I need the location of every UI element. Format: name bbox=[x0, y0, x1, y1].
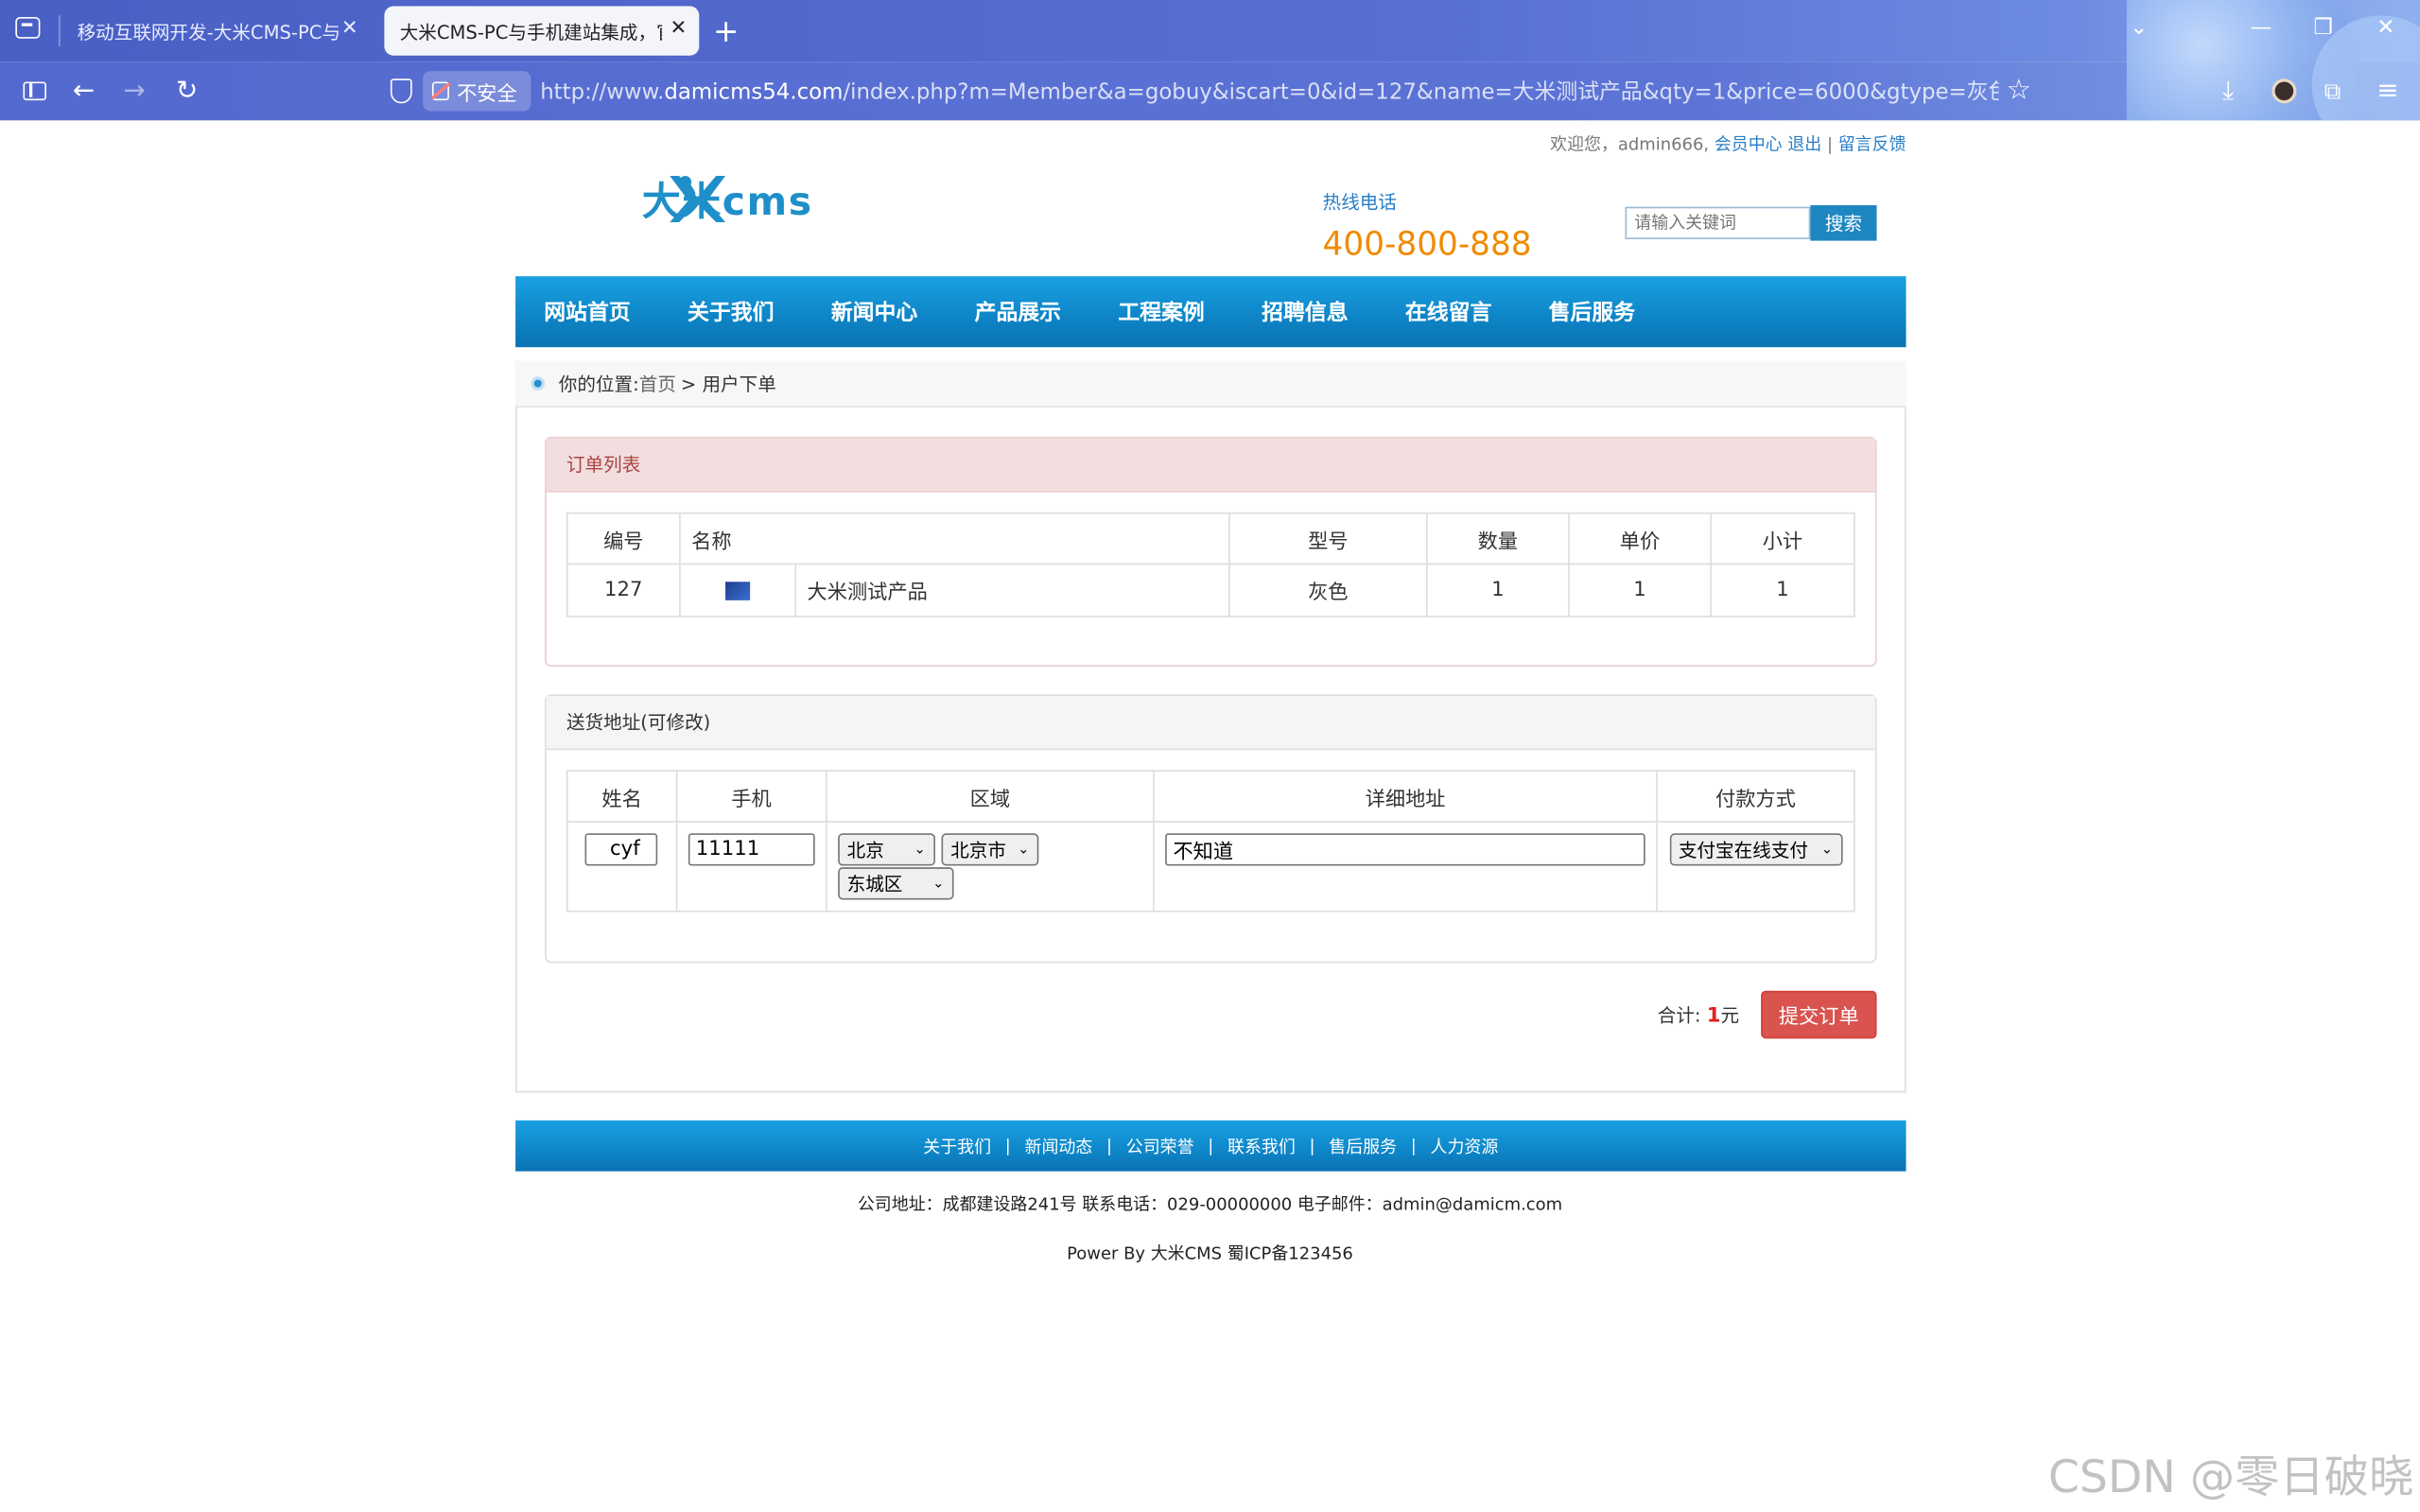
feedback-link[interactable]: 留言反馈 bbox=[1838, 134, 1906, 154]
chevron-down-icon: ⌄ bbox=[1018, 842, 1030, 858]
nav-service[interactable]: 售后服务 bbox=[1521, 276, 1664, 347]
nav-cases[interactable]: 工程案例 bbox=[1089, 276, 1233, 347]
tab-damicms-active[interactable]: 大米CMS-PC与手机建站集成，官网 ✕ bbox=[384, 6, 700, 56]
logout-link[interactable]: 退出 bbox=[1787, 134, 1821, 154]
nav-message[interactable]: 在线留言 bbox=[1377, 276, 1521, 347]
close-icon[interactable]: ✕ bbox=[341, 17, 358, 40]
order-list-title: 订单列表 bbox=[546, 438, 1875, 493]
footer-link-honor[interactable]: 公司荣誉 bbox=[1126, 1134, 1194, 1158]
nav-about[interactable]: 关于我们 bbox=[659, 276, 803, 347]
member-center-link[interactable]: 会员中心 bbox=[1715, 134, 1783, 154]
tab-title: 移动互联网开发-大米CMS-PC与手机 bbox=[77, 21, 340, 43]
insecure-lock-icon bbox=[431, 81, 449, 101]
footer-link-news[interactable]: 新闻动态 bbox=[1025, 1134, 1093, 1158]
shield-icon[interactable] bbox=[390, 78, 412, 104]
restore-icon[interactable]: ❐ bbox=[2313, 15, 2333, 40]
province-select[interactable]: 北京 ⌄ bbox=[837, 833, 935, 866]
search-button[interactable]: 搜索 bbox=[1810, 205, 1877, 241]
tab-list-icon[interactable] bbox=[15, 16, 41, 39]
close-icon[interactable]: ✕ bbox=[670, 17, 687, 40]
location-icon bbox=[531, 376, 546, 391]
shipping-title: 送货地址(可修改) bbox=[546, 696, 1875, 751]
footer-links: 关于我们 | 新闻动态 | 公司荣誉 | 联系我们 | 售后服务 | 人力资源 bbox=[515, 1120, 1906, 1172]
footer-link-hr[interactable]: 人力资源 bbox=[1431, 1134, 1499, 1158]
nav-home[interactable]: 网站首页 bbox=[515, 276, 659, 347]
address-field[interactable] bbox=[1165, 833, 1645, 866]
chevron-down-icon: ⌄ bbox=[1820, 842, 1834, 858]
footer-link-contact[interactable]: 联系我们 bbox=[1227, 1134, 1296, 1158]
nav-news[interactable]: 新闻中心 bbox=[803, 276, 947, 347]
watermark: CSDN @零日破晓 bbox=[2047, 1451, 2414, 1503]
search-input[interactable] bbox=[1625, 206, 1811, 239]
shipping-table: 姓名 手机 区域 详细地址 付款方式 北京⌄ 北京市⌄ 东城区⌄ 支付宝在线支付… bbox=[566, 770, 1855, 912]
security-indicator[interactable]: 不安全 bbox=[423, 71, 531, 112]
reload-icon[interactable]: ↻ bbox=[176, 78, 198, 105]
address-bar[interactable]: http://www.damicms54.com/index.php?m=Mem… bbox=[540, 76, 1998, 107]
tab-search-chevron-icon[interactable]: ⌄ bbox=[2130, 15, 2148, 40]
bookmark-star-icon[interactable]: ☆ bbox=[2007, 74, 2031, 106]
window-close-icon[interactable]: ✕ bbox=[2376, 15, 2394, 40]
nav-jobs[interactable]: 招聘信息 bbox=[1233, 276, 1377, 347]
tab-title: 大米CMS-PC与手机建站集成，官网 bbox=[399, 21, 662, 43]
tab-mobile-internet[interactable]: 移动互联网开发-大米CMS-PC与手机 ✕ bbox=[61, 7, 370, 56]
extensions-icon[interactable]: ⧉ bbox=[2324, 78, 2341, 105]
name-field[interactable] bbox=[585, 833, 658, 866]
table-row: 127 大米测试产品 灰色 1 1 1 bbox=[566, 563, 1855, 617]
minimize-icon[interactable]: — bbox=[2250, 15, 2272, 40]
main-nav: 网站首页 关于我们 新闻中心 产品展示 工程案例 招聘信息 在线留言 售后服务 bbox=[515, 276, 1906, 348]
order-table: 编号 名称 型号 数量 单价 小计 127 大米测试产品 灰色 1 1 1 bbox=[566, 512, 1855, 617]
forward-icon[interactable]: → bbox=[124, 78, 146, 105]
chevron-down-icon: ⌄ bbox=[932, 876, 945, 892]
footer-link-about[interactable]: 关于我们 bbox=[923, 1134, 991, 1158]
payment-select[interactable]: 支付宝在线支付 ⌄ bbox=[1669, 833, 1842, 866]
footer-address: 公司地址：成都建设路241号 联系电话：029-00000000 电子邮件：ad… bbox=[857, 1194, 1563, 1215]
chevron-down-icon: ⌄ bbox=[914, 842, 926, 858]
new-tab-button[interactable]: + bbox=[713, 12, 739, 49]
logo-text[interactable]: 大米cms bbox=[642, 171, 813, 227]
footer-link-service[interactable]: 售后服务 bbox=[1329, 1134, 1397, 1158]
hotline-label: 热线电话 bbox=[1322, 191, 1397, 214]
district-select[interactable]: 东城区 ⌄ bbox=[837, 867, 954, 900]
nav-products[interactable]: 产品展示 bbox=[946, 276, 1089, 347]
back-icon[interactable]: ← bbox=[73, 78, 95, 105]
footer-power: Power By 大米CMS 蜀ICP备123456 bbox=[1067, 1243, 1353, 1264]
breadcrumb: 你的位置: 首页 > 用户下单 bbox=[515, 360, 1906, 408]
menu-icon[interactable]: ≡ bbox=[2376, 78, 2398, 105]
city-select[interactable]: 北京市 ⌄ bbox=[941, 833, 1039, 866]
hotline-number: 400-800-888 bbox=[1322, 225, 1532, 263]
product-thumbnail[interactable] bbox=[725, 581, 751, 600]
sidebar-toggle-icon[interactable] bbox=[23, 81, 46, 101]
breadcrumb-home-link[interactable]: 首页 bbox=[639, 371, 676, 397]
phone-field[interactable] bbox=[688, 833, 815, 866]
order-total: 合计: 1元 bbox=[1657, 1004, 1740, 1028]
profile-avatar[interactable] bbox=[2272, 78, 2297, 104]
submit-order-button[interactable]: 提交订单 bbox=[1761, 990, 1877, 1039]
download-icon[interactable]: ⤓ bbox=[2222, 78, 2234, 105]
top-links: 欢迎您，admin666, 会员中心 退出 | 留言反馈 bbox=[1550, 133, 1906, 155]
